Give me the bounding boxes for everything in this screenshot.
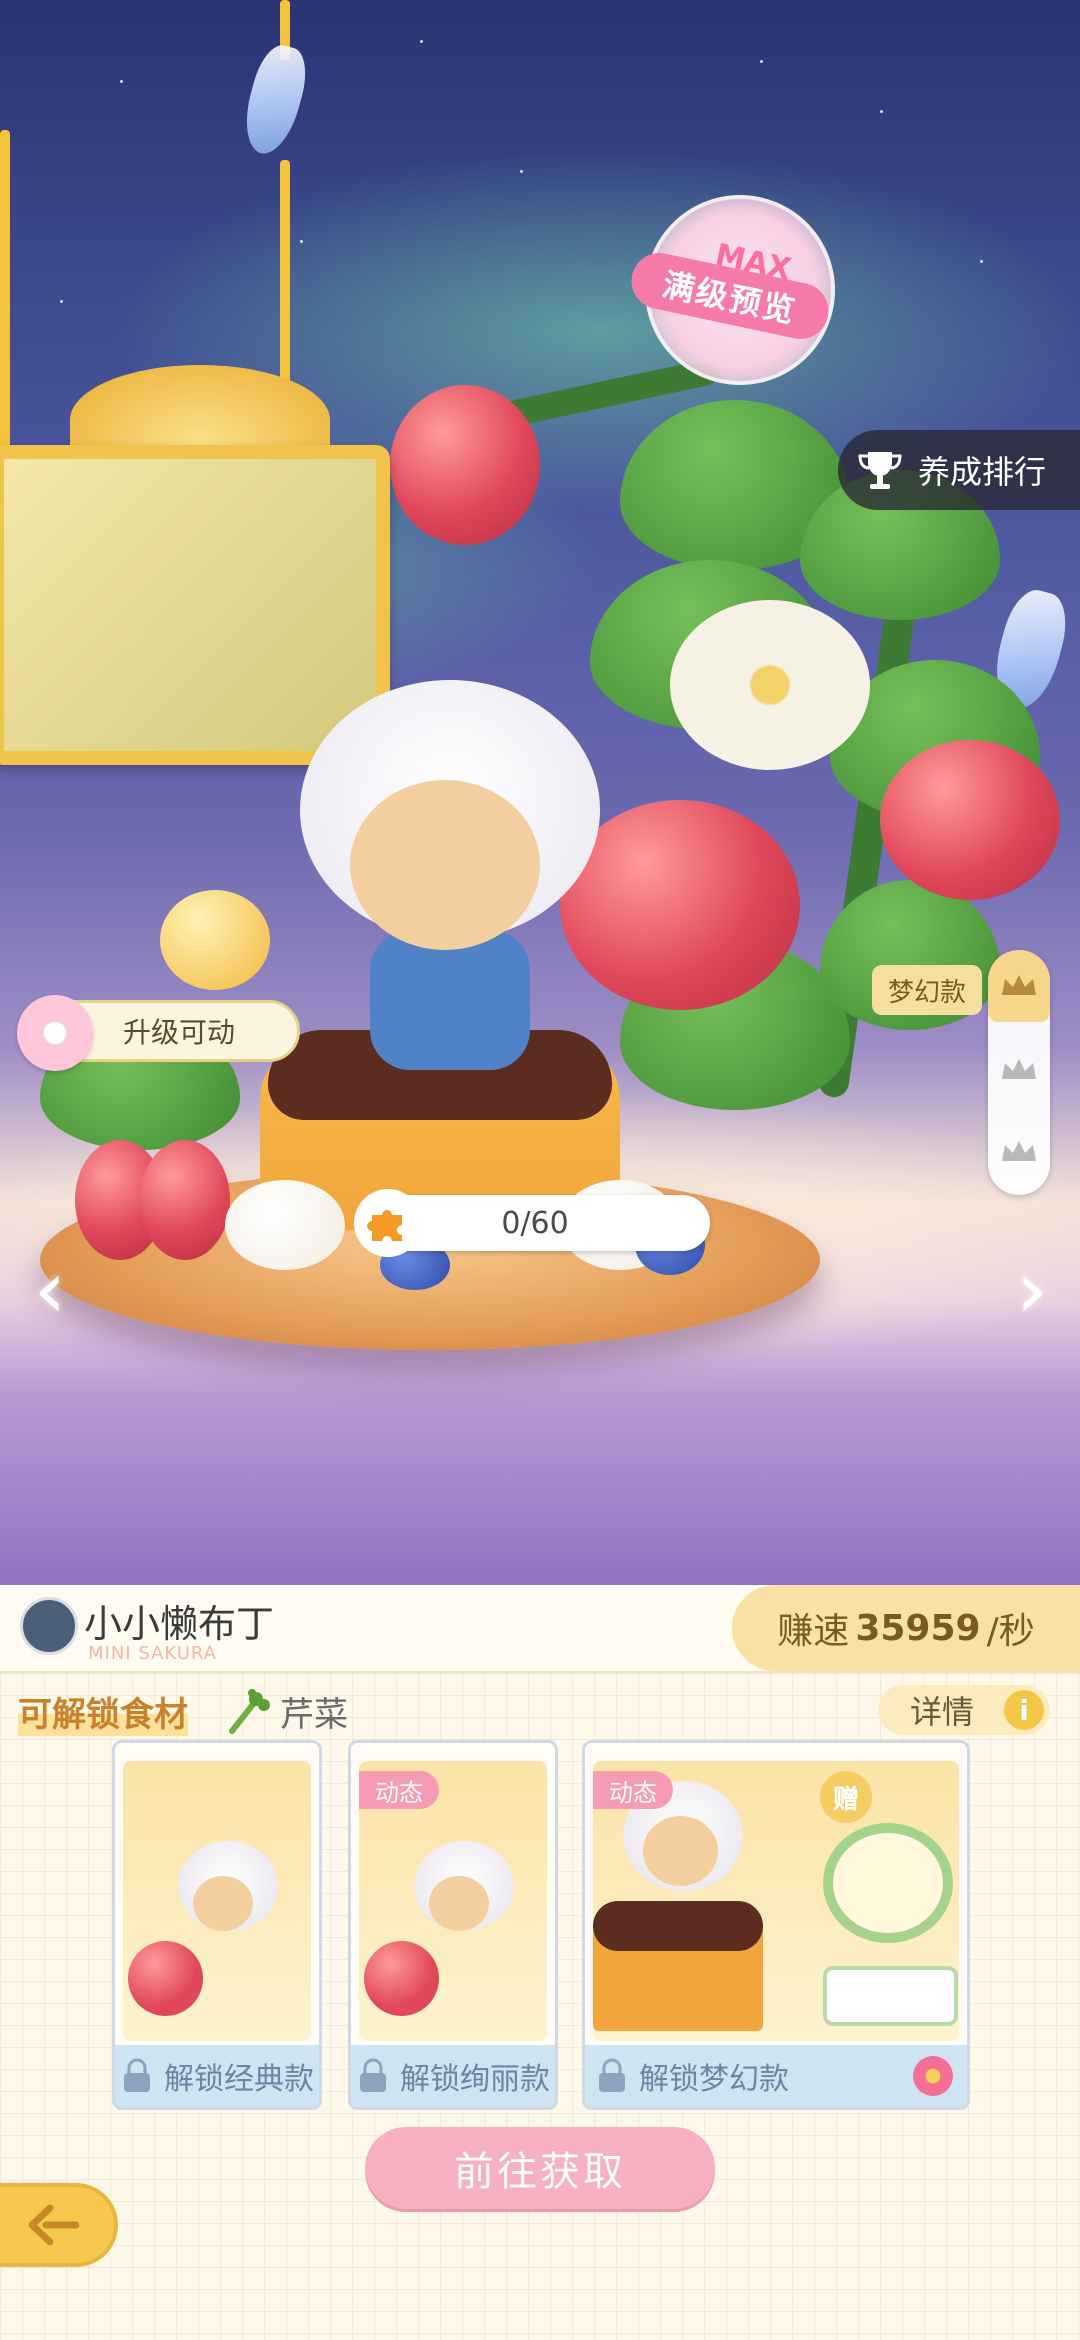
lock-icon [360, 2058, 386, 2092]
previous-arrow-icon[interactable]: ‹ [18, 1245, 82, 1335]
game-scene: MAX 满级预览 养成排行 升级可动 0/60 ‹ › 梦幻款 [0, 0, 1080, 1585]
chocolate-topping [593, 1901, 763, 1951]
card-label: 解锁绚丽款 [400, 2062, 550, 2097]
hanging-chain [0, 130, 10, 450]
skin-card-classic[interactable]: 解锁经典款 [112, 1740, 322, 2110]
skin-card-dreamy[interactable]: 动态 赠 解锁梦幻款 [582, 1740, 970, 2110]
back-button[interactable] [0, 2183, 118, 2267]
celery-icon [229, 1688, 270, 1734]
star [60, 300, 63, 303]
star [760, 60, 763, 63]
star [520, 170, 523, 173]
ranking-button[interactable]: 养成排行 [838, 430, 1080, 510]
ingredient-name: 芹菜 [280, 1695, 348, 1735]
character-face [643, 1816, 718, 1886]
skin-card-gorgeous[interactable]: 动态 解锁绚丽款 [348, 1740, 558, 2110]
tier-low-button[interactable] [988, 1116, 1050, 1188]
star [300, 240, 303, 243]
strawberry [880, 740, 1060, 900]
star [880, 110, 883, 113]
card-unlock-footer: 解锁经典款 [115, 2045, 319, 2107]
pudding-spoon [160, 890, 270, 990]
puzzle-progress-bar: 0/60 [354, 1189, 710, 1257]
character-subtitle: MINI SAKURA [88, 1643, 217, 1664]
strawberry [364, 1941, 439, 2016]
strawberry [128, 1941, 203, 2016]
lotus-icon [913, 2056, 953, 2096]
animated-badge: 动态 [359, 1771, 439, 1809]
card-unlock-footer: 解锁绚丽款 [351, 2045, 555, 2107]
lock-icon [599, 2058, 625, 2092]
gift-nameplate [823, 1966, 958, 2026]
tier-mid-button[interactable] [988, 1034, 1050, 1106]
animated-badge: 动态 [593, 1771, 673, 1809]
upgrade-animate-button[interactable]: 升级可动 [17, 995, 300, 1071]
speed-unit: /秒 [986, 1611, 1035, 1652]
details-button[interactable]: 详情 i [878, 1685, 1050, 1735]
tier-top-button[interactable] [988, 950, 1050, 1022]
details-label: 详情 [910, 1693, 975, 1731]
puzzle-piece-icon [354, 1189, 422, 1257]
progress-text: 0/60 [501, 1205, 569, 1241]
character-body [370, 930, 530, 1070]
speed-prefix: 赚速 [777, 1611, 850, 1652]
star [420, 40, 423, 43]
crown-icon [1002, 1141, 1036, 1161]
ingredient: 芹菜 [226, 1687, 348, 1736]
strawberry [390, 385, 540, 545]
crown-icon [1002, 1059, 1036, 1079]
cream-dollop [225, 1180, 345, 1270]
bottom-panel: 小小懒布丁 MINI SAKURA 赚速 35959 /秒 可解锁食材 芹菜 详… [0, 1585, 1080, 2340]
character-face [193, 1876, 253, 1931]
panel-header: 小小懒布丁 MINI SAKURA 赚速 35959 /秒 [0, 1585, 1080, 1673]
card-label: 解锁经典款 [164, 2062, 314, 2097]
character-name: 小小懒布丁 [84, 1602, 275, 1646]
card-artwork [123, 1761, 311, 2041]
card-unlock-footer: 解锁梦幻款 [585, 2045, 967, 2107]
info-icon: i [1004, 1690, 1044, 1730]
star [980, 260, 983, 263]
tier-tag: 梦幻款 [872, 965, 982, 1015]
tier-selector [988, 950, 1050, 1195]
card-label: 解锁梦幻款 [639, 2062, 789, 2097]
back-arrow-icon [28, 2204, 80, 2246]
upgrade-label: 升级可动 [123, 1016, 236, 1049]
picture-frame [0, 445, 390, 765]
lock-icon [124, 2058, 150, 2092]
crystal [236, 40, 314, 160]
crown-icon [1002, 975, 1036, 995]
character-face [429, 1876, 489, 1931]
sakura-flower-icon [17, 995, 93, 1071]
character-face [350, 780, 540, 950]
star [120, 80, 123, 83]
ranking-label: 养成排行 [918, 453, 1047, 491]
gift-wreath [823, 1823, 953, 1943]
earn-speed-badge: 赚速 35959 /秒 [732, 1585, 1080, 1671]
go-obtain-button[interactable]: 前往获取 [365, 2127, 715, 2209]
gift-badge: 赠 [820, 1771, 872, 1823]
unlockable-ingredient-label: 可解锁食材 [18, 1687, 188, 1736]
speed-value: 35959 [855, 1607, 981, 1649]
strawberry [140, 1140, 230, 1260]
avatar [20, 1597, 78, 1655]
trophy-icon [852, 442, 908, 498]
next-arrow-icon[interactable]: › [1000, 1245, 1064, 1335]
flower [670, 600, 870, 770]
